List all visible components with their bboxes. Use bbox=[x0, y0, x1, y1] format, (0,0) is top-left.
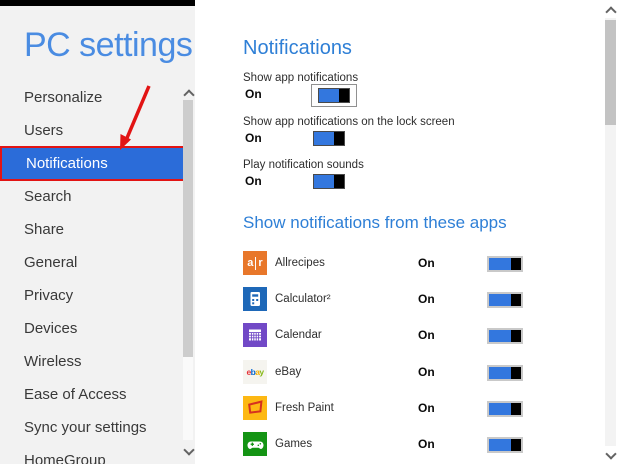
fresh-paint-toggle[interactable] bbox=[487, 401, 523, 417]
sidebar-item-homegroup[interactable]: HomeGroup bbox=[0, 444, 195, 464]
sidebar-item-ease-of-access[interactable]: Ease of Access bbox=[0, 378, 195, 411]
allrecipes-toggle[interactable] bbox=[487, 256, 523, 272]
sidebar-item-privacy[interactable]: Privacy bbox=[0, 279, 195, 312]
toggle-on-icon bbox=[318, 88, 350, 103]
sidebar-item-sync-your-settings[interactable]: Sync your settings bbox=[0, 411, 195, 444]
app-name: Fresh Paint bbox=[275, 402, 334, 414]
app-state: On bbox=[418, 292, 435, 306]
sidebar-item-share[interactable]: Share bbox=[0, 213, 195, 246]
app-name: Games bbox=[275, 438, 313, 450]
app-row-fresh-paint: Fresh Paint On bbox=[243, 396, 593, 422]
calendar-icon bbox=[243, 323, 267, 347]
sidebar-item-users[interactable]: Users bbox=[0, 114, 195, 147]
ebay-toggle[interactable] bbox=[487, 365, 523, 381]
show-app-notifications-label: Show app notifications bbox=[243, 72, 359, 84]
app-name: Calculator² bbox=[275, 293, 331, 305]
sidebar-nav: Personalize Users Notifications Search S… bbox=[0, 81, 195, 464]
app-name: Calendar bbox=[275, 329, 322, 341]
sidebar-item-personalize[interactable]: Personalize bbox=[0, 81, 195, 114]
page-title: PC settings bbox=[24, 26, 193, 64]
app-state: On bbox=[418, 365, 435, 379]
app-row-calendar: Calendar On bbox=[243, 323, 593, 349]
sidebar-item-notifications[interactable]: Notifications bbox=[0, 146, 186, 181]
app-state: On bbox=[418, 256, 435, 270]
sidebar-item-search[interactable]: Search bbox=[0, 180, 195, 213]
main-panel: Notifications Show app notifications On … bbox=[195, 0, 620, 464]
app-state: On bbox=[418, 437, 435, 451]
app-row-calculator: Calculator² On bbox=[243, 287, 593, 313]
window-edge-bar bbox=[0, 0, 197, 6]
ebay-icon: ebay bbox=[243, 360, 267, 384]
show-app-notifications-toggle[interactable] bbox=[311, 84, 357, 107]
notification-sounds-toggle[interactable] bbox=[313, 174, 345, 189]
allrecipes-icon: ar bbox=[243, 251, 267, 275]
calculator-toggle[interactable] bbox=[487, 292, 523, 308]
sidebar: PC settings Personalize Users Notificati… bbox=[0, 0, 195, 464]
lock-screen-notifications-state: On bbox=[245, 131, 262, 145]
sidebar-item-wireless[interactable]: Wireless bbox=[0, 345, 195, 378]
notification-sounds-label: Play notification sounds bbox=[243, 159, 364, 171]
games-icon bbox=[243, 432, 267, 456]
main-scrollbar-thumb[interactable] bbox=[605, 20, 616, 125]
app-state: On bbox=[418, 401, 435, 415]
pc-settings-window: PC settings Personalize Users Notificati… bbox=[0, 0, 620, 464]
sidebar-scrollbar-thumb[interactable] bbox=[183, 100, 193, 357]
app-row-allrecipes: ar Allrecipes On bbox=[243, 251, 593, 277]
games-toggle[interactable] bbox=[487, 437, 523, 453]
app-name: eBay bbox=[275, 366, 302, 378]
lock-screen-notifications-label: Show app notifications on the lock scree… bbox=[243, 116, 455, 128]
app-state: On bbox=[418, 328, 435, 342]
app-row-ebay: ebay eBay On bbox=[243, 360, 593, 386]
notification-sounds-state: On bbox=[245, 174, 262, 188]
fresh-paint-icon bbox=[243, 396, 267, 420]
notifications-heading: Notifications bbox=[243, 37, 352, 59]
app-name: Allrecipes bbox=[275, 257, 325, 269]
calculator-icon bbox=[243, 287, 267, 311]
sidebar-item-general[interactable]: General bbox=[0, 246, 195, 279]
apps-heading: Show notifications from these apps bbox=[243, 213, 507, 232]
calendar-toggle[interactable] bbox=[487, 328, 523, 344]
show-app-notifications-state: On bbox=[245, 87, 262, 101]
app-row-games: Games On bbox=[243, 432, 593, 458]
lock-screen-notifications-toggle[interactable] bbox=[313, 131, 345, 146]
sidebar-item-devices[interactable]: Devices bbox=[0, 312, 195, 345]
